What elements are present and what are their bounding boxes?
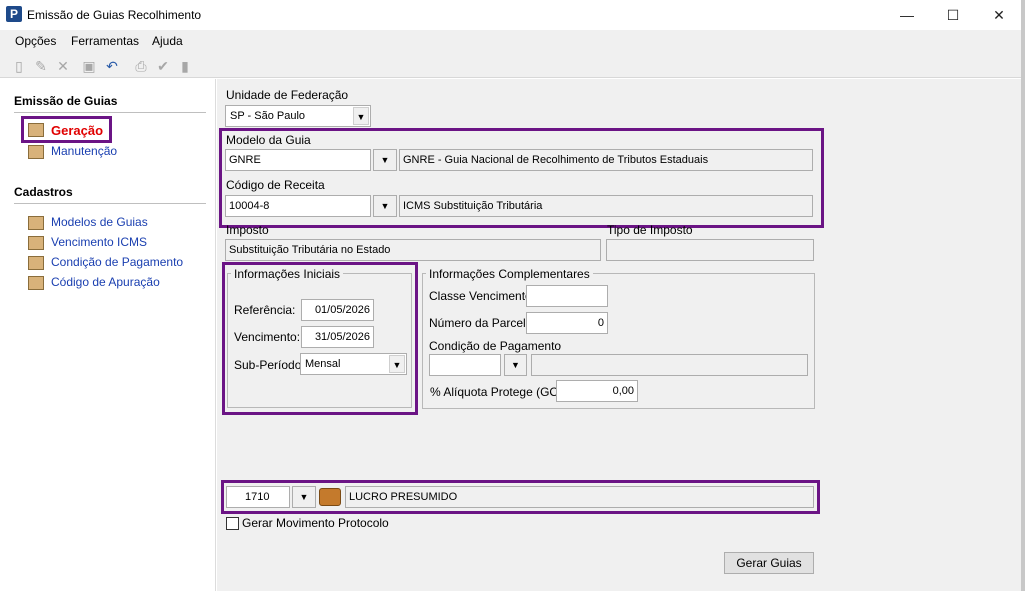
undo-icon[interactable]: ↶ xyxy=(103,57,121,75)
referencia-label: Referência: xyxy=(234,303,296,317)
modelo-dropdown-button[interactable]: ▼ xyxy=(373,149,397,171)
receita-input[interactable]: 10004-8 xyxy=(225,195,371,217)
numero-parcela-label: Número da Parcela: xyxy=(429,316,536,330)
minimize-button[interactable]: — xyxy=(884,0,930,30)
numero-parcela-input[interactable]: 0 xyxy=(526,312,608,334)
sidebar-item-condicao-pagamento[interactable]: Condição de Pagamento xyxy=(51,255,183,269)
subperiodo-label: Sub-Período: xyxy=(234,358,305,372)
empresa-dropdown-button[interactable]: ▼ xyxy=(292,486,316,508)
empresa-name: LUCRO PRESUMIDO xyxy=(345,486,814,508)
sidebar-divider xyxy=(14,203,206,204)
tipo-imposto-field xyxy=(606,239,814,261)
subperiodo-select[interactable]: Mensal ▼ xyxy=(300,353,407,375)
window-border xyxy=(1021,0,1025,591)
edit-icon[interactable]: ✎ xyxy=(32,57,50,75)
uf-label: Unidade de Federação xyxy=(226,88,349,102)
referencia-input[interactable]: 01/05/2026 xyxy=(301,299,374,321)
maximize-button[interactable]: ☐ xyxy=(930,0,976,30)
sidebar-item-manutencao[interactable]: Manutenção xyxy=(51,144,117,158)
condicao-pagamento-input[interactable] xyxy=(429,354,501,376)
users-icon[interactable] xyxy=(319,488,341,506)
vencimento-input[interactable]: 31/05/2026 xyxy=(301,326,374,348)
menu-ferramentas[interactable]: Ferramentas xyxy=(71,34,139,48)
info-iniciais-title: Informações Iniciais xyxy=(231,267,344,281)
check-icon[interactable]: ✔ xyxy=(154,57,172,75)
aliquota-input[interactable]: 0,00 xyxy=(556,380,638,402)
sidebar-item-modelos-guias[interactable]: Modelos de Guias xyxy=(51,215,148,229)
close-button[interactable]: ✕ xyxy=(976,0,1022,30)
module-icon xyxy=(28,145,44,159)
module-icon xyxy=(28,236,44,250)
sidebar-divider xyxy=(14,112,206,113)
sidebar-item-codigo-apuracao[interactable]: Código de Apuração xyxy=(51,275,160,289)
aliquota-label: % Alíquota Protege (GO): xyxy=(430,385,567,399)
receita-description: ICMS Substituição Tributária xyxy=(399,195,813,217)
receita-label: Código de Receita xyxy=(226,178,325,192)
gerar-movimento-label: Gerar Movimento Protocolo xyxy=(242,516,389,530)
modelo-description: GNRE - Guia Nacional de Recolhimento de … xyxy=(399,149,813,171)
app-icon: P xyxy=(6,6,22,22)
save-icon[interactable]: ▣ xyxy=(80,57,98,75)
gerar-movimento-checkbox[interactable] xyxy=(226,517,239,530)
module-icon xyxy=(28,276,44,290)
gerar-guias-button[interactable]: Gerar Guias xyxy=(724,552,814,574)
delete-icon[interactable]: ✕ xyxy=(54,57,72,75)
modelo-label: Modelo da Guia xyxy=(226,133,311,147)
classe-vencimento-input[interactable] xyxy=(526,285,608,307)
imposto-label: Imposto xyxy=(226,223,269,237)
new-icon[interactable]: ▯ xyxy=(10,57,28,75)
condicao-description xyxy=(531,354,808,376)
vencimento-label: Vencimento: xyxy=(234,330,301,344)
document-icon[interactable]: ▮ xyxy=(176,57,194,75)
chevron-down-icon: ▼ xyxy=(353,107,369,125)
uf-select[interactable]: SP - São Paulo ▼ xyxy=(225,105,371,127)
condicao-pagamento-label: Condição de Pagamento xyxy=(429,339,562,353)
module-icon xyxy=(28,123,44,137)
module-icon xyxy=(28,256,44,270)
tipo-imposto-label: Tipo de Imposto xyxy=(607,223,693,237)
receita-dropdown-button[interactable]: ▼ xyxy=(373,195,397,217)
condicao-dropdown-button[interactable]: ▼ xyxy=(504,354,527,376)
window-title: Emissão de Guias Recolhimento xyxy=(27,8,202,22)
info-complementares-title: Informações Complementares xyxy=(426,267,593,281)
menu-ajuda[interactable]: Ajuda xyxy=(152,34,183,48)
chevron-down-icon: ▼ xyxy=(389,355,405,373)
uf-value: SP - São Paulo xyxy=(230,110,306,122)
print-icon[interactable]: ⎙ xyxy=(132,57,150,75)
sidebar-item-vencimento-icms[interactable]: Vencimento ICMS xyxy=(51,235,147,249)
module-icon xyxy=(28,216,44,230)
empresa-code-input[interactable]: 1710 xyxy=(226,486,290,508)
sidebar-section-emissao: Emissão de Guias xyxy=(14,94,118,108)
classe-vencimento-label: Classe Vencimento: xyxy=(429,289,536,303)
menu-opcoes[interactable]: Opções xyxy=(15,34,56,48)
imposto-field: Substituição Tributária no Estado xyxy=(225,239,601,261)
modelo-input[interactable]: GNRE xyxy=(225,149,371,171)
sidebar-section-cadastros: Cadastros xyxy=(14,185,73,199)
subperiodo-value: Mensal xyxy=(305,358,341,370)
sidebar-item-geracao[interactable]: Geração xyxy=(51,123,103,138)
